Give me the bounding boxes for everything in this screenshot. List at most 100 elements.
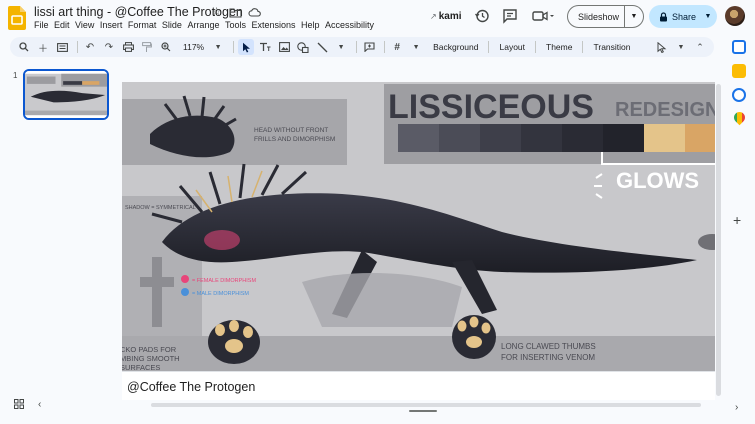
menu-view[interactable]: View (75, 20, 100, 30)
share-main[interactable]: Share (649, 12, 699, 22)
head-note-1: HEAD WITHOUT FRONT (254, 127, 328, 134)
toolbar-separator (384, 41, 386, 53)
menu-insert[interactable]: Insert (100, 20, 128, 30)
menu-slide[interactable]: Slide (162, 20, 188, 30)
shape-icon[interactable] (295, 39, 311, 55)
grid-view-icon[interactable] (14, 399, 24, 412)
menu-format[interactable]: Format (128, 20, 162, 30)
glows-label: GLOWS (616, 168, 699, 193)
shadow-note: SHADOW = SYMMETRICAL (125, 205, 196, 211)
maps-icon[interactable] (731, 109, 747, 126)
horizontal-scrollbar[interactable] (151, 403, 701, 407)
palette-swatch (644, 124, 685, 152)
toolbar: ＋ ↶ ↷ 117% ▼ ▼ # ▼ Background Layout The… (10, 37, 714, 57)
toolbar-separator (233, 41, 235, 53)
palette-swatch (480, 124, 521, 152)
share-button[interactable]: Share ▼ (649, 5, 717, 28)
dragon-shadow (302, 272, 462, 327)
table-grid-icon[interactable]: # (389, 39, 405, 55)
slideshow-dropdown-icon[interactable]: ▼ (625, 13, 643, 20)
pointer-dropdown-icon[interactable]: ▼ (673, 39, 689, 55)
paint-format-icon[interactable] (139, 39, 155, 55)
meet-call-icon[interactable] (532, 8, 556, 24)
expand-side-panel-icon[interactable]: › (735, 402, 738, 413)
thumbs-note-1: LONG CLAWED THUMBS (501, 342, 596, 351)
zoom-dropdown-icon[interactable]: ▼ (210, 39, 226, 55)
slideshow-button[interactable]: Slideshow ▼ (567, 5, 644, 28)
add-comment-icon[interactable] (361, 39, 377, 55)
menu-tools[interactable]: Tools (225, 20, 252, 30)
palette-swatch (439, 124, 480, 152)
text-box-icon[interactable] (257, 39, 273, 55)
layout-button[interactable]: Layout (493, 42, 531, 52)
title-actions: ☆ (210, 6, 261, 19)
slides-app: lissi art thing - @Coffee The Protogen ☆… (0, 0, 755, 424)
palette-swatch (398, 124, 439, 152)
calendar-icon[interactable] (732, 40, 746, 54)
speaker-notes[interactable]: @Coffee The Protogen (122, 371, 715, 400)
collapse-toolbar-icon[interactable]: ⌃ (692, 39, 708, 55)
redo-icon[interactable]: ↷ (101, 39, 117, 55)
undo-icon[interactable]: ↶ (82, 39, 98, 55)
head-note-2: FRILLS AND DIMORPHISM (254, 136, 335, 143)
menu-extensions[interactable]: Extensions (251, 20, 301, 30)
vertical-scrollbar[interactable] (716, 84, 721, 396)
toolbar-separator (582, 41, 584, 53)
toolbar-separator (535, 41, 537, 53)
background-button[interactable]: Background (427, 42, 484, 52)
slide-thumbnail[interactable] (23, 69, 109, 120)
menu-accessibility[interactable]: Accessibility (325, 20, 380, 30)
search-menus-icon[interactable] (16, 39, 32, 55)
thumbs-note-2: FOR INSERTING VENOM (501, 353, 595, 362)
get-addons-icon[interactable]: + (733, 212, 741, 228)
legend-male: = MALE DIMORPHISM (192, 291, 249, 297)
feet-note-2: MBING SMOOTH (122, 354, 180, 363)
filmstrip-controls: ‹ (14, 399, 41, 412)
kami-extension-button[interactable]: ↗ kami (430, 11, 462, 22)
female-legend-dot (181, 275, 189, 283)
tasks-icon[interactable] (732, 88, 746, 102)
slide-canvas[interactable]: LISSICEOUS REDESIGN GLOWS HEAD WITHOUT F… (122, 82, 715, 371)
line-icon[interactable] (314, 39, 330, 55)
title-bar: lissi art thing - @Coffee The Protogen ☆… (0, 0, 755, 36)
palette-swatch (521, 124, 562, 152)
male-legend-dot (181, 288, 189, 296)
share-dropdown-icon[interactable]: ▼ (699, 13, 717, 20)
new-slide-icon[interactable]: ＋ (35, 39, 51, 55)
menu-edit[interactable]: Edit (54, 20, 75, 30)
menu-arrange[interactable]: Arrange (187, 20, 225, 30)
new-slide-layout-icon[interactable] (54, 39, 70, 55)
table-dropdown-icon[interactable]: ▼ (408, 39, 424, 55)
notes-resize-handle[interactable] (409, 410, 437, 412)
cloud-status-icon[interactable] (248, 6, 261, 19)
keep-icon[interactable] (732, 64, 746, 78)
zoom-select[interactable]: 117% (177, 42, 210, 52)
zoom-icon[interactable] (158, 39, 174, 55)
pointer-mode-icon[interactable] (654, 39, 670, 55)
menu-help[interactable]: Help (301, 20, 325, 30)
version-history-icon[interactable] (474, 8, 490, 24)
toolbar-separator (77, 41, 78, 53)
palette-swatch (685, 124, 715, 152)
legend-female: = FEMALE DIMORPHISM (192, 278, 256, 284)
insert-image-icon[interactable] (276, 39, 292, 55)
female-dimorphism-mark (204, 230, 240, 250)
theme-button[interactable]: Theme (540, 42, 578, 52)
slides-logo-icon[interactable] (8, 6, 26, 30)
account-avatar[interactable] (725, 6, 745, 26)
select-tool-icon[interactable] (238, 39, 255, 55)
transition-button[interactable]: Transition (587, 42, 636, 52)
line-dropdown-icon[interactable]: ▼ (333, 39, 349, 55)
slideshow-label[interactable]: Slideshow (568, 6, 625, 27)
palette-swatch (603, 124, 644, 152)
move-folder-icon[interactable] (229, 6, 242, 19)
star-icon[interactable]: ☆ (210, 6, 223, 19)
collapse-filmstrip-icon[interactable]: ‹ (38, 399, 41, 412)
speaker-notes-text[interactable]: @Coffee The Protogen (127, 380, 255, 394)
print-icon[interactable] (120, 39, 136, 55)
menu-file[interactable]: File (34, 20, 54, 30)
lock-icon (660, 11, 667, 21)
comments-icon[interactable] (502, 8, 518, 24)
front-paw-sketch (208, 320, 260, 364)
toolbar-separator (356, 41, 358, 53)
